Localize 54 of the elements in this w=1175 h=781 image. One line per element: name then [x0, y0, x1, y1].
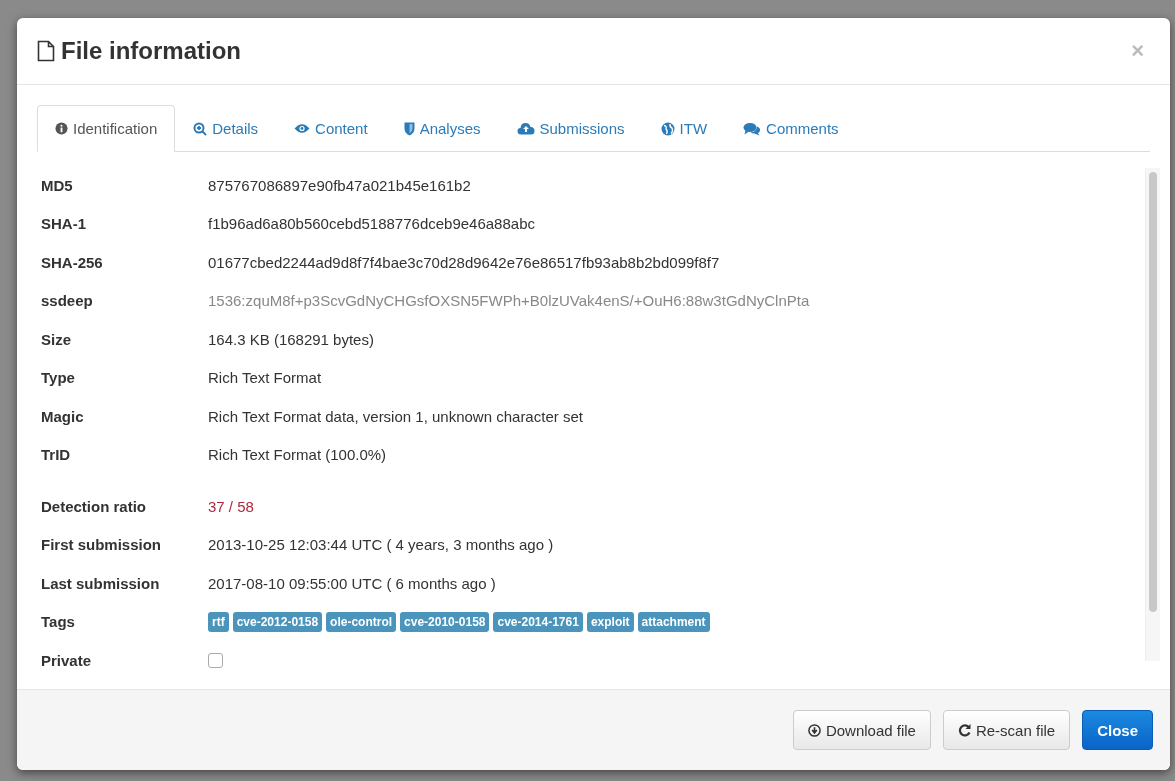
shield-icon	[403, 121, 415, 136]
field-value: f1b96ad6a80b560cebd5188776dceb9e46a88abc	[208, 215, 535, 233]
dialog-button[interactable]: Download file	[792, 710, 931, 750]
dialog-button[interactable]: Re-scan file	[942, 710, 1071, 750]
dialog-title: File information	[61, 37, 241, 65]
tab[interactable]: Analyses	[385, 105, 499, 152]
field-label: TrID	[41, 446, 72, 464]
field-value: 01677cbed2244ad9d8f7f4bae3c70d28d9642e76e86517fb93ab8b2bd099f8f7	[208, 253, 720, 271]
field-value: Rich Text Format (100.0%)	[208, 446, 387, 464]
tag-label[interactable]: cve-2010-0158	[400, 611, 490, 632]
tag-label[interactable]: cve-2014-1761	[493, 611, 583, 632]
dialog-button[interactable]: Close	[1082, 710, 1153, 750]
tab[interactable]: Submissions	[498, 105, 643, 152]
download-icon	[807, 723, 821, 737]
field-value: 1536:zquM8f+p3ScvGdNyCHGsfOXSN5FWPh+B0lzUVak4enS/+OuH6:88w3tGdNyClnPta	[208, 292, 810, 310]
field-value: Rich Text Format data, version 1, unknown character set	[208, 407, 583, 425]
tag-label[interactable]: attachment	[637, 611, 710, 632]
file-icon	[37, 40, 55, 62]
cloud-upload-icon	[516, 122, 535, 135]
globe-icon	[660, 121, 675, 136]
info-icon	[55, 122, 68, 135]
field-value: 2013-10-25 12:03:44 UTC ( 4 years, 3 months ago )	[208, 536, 554, 554]
tag-label[interactable]: cve-2012-0158	[232, 611, 323, 632]
comments-icon	[743, 121, 762, 136]
field-value: 37 / 58	[208, 497, 254, 515]
tab[interactable]: Content	[276, 105, 386, 152]
tag-label[interactable]: ole-control	[326, 611, 397, 632]
field-label: First submission	[41, 536, 163, 554]
tab[interactable]: Comments	[725, 105, 857, 152]
tab[interactable]: Details	[175, 105, 277, 152]
field-value: 875767086897e90fb47a021b45e161b2	[208, 176, 471, 194]
field-label: MD5	[41, 176, 74, 194]
field-label: ssdeep	[41, 292, 94, 310]
field-label: Type	[41, 369, 76, 387]
field-label: Magic	[41, 407, 85, 425]
field-label: Private	[41, 651, 93, 669]
field-label: Size	[41, 330, 72, 348]
tag-label[interactable]: rtf	[208, 611, 229, 632]
field-label: Detection ratio	[41, 497, 147, 515]
tag-label[interactable]: exploit	[586, 611, 634, 632]
eye-icon	[294, 123, 311, 134]
scrollbar-thumb[interactable]	[1149, 172, 1157, 612]
field-label: Last submission	[41, 574, 161, 592]
private-checkbox[interactable]	[208, 652, 223, 668]
field-value: Rich Text Format	[208, 369, 322, 387]
field-value: 164.3 KB (168291 bytes)	[208, 330, 374, 348]
field-value: 2017-08-10 09:55:00 UTC ( 6 months ago )	[208, 574, 496, 592]
refresh-icon	[957, 723, 971, 737]
field-label: SHA-1	[41, 215, 87, 233]
field-label: Tags	[41, 613, 76, 631]
tab[interactable]: ITW	[642, 105, 726, 152]
tab[interactable]: Identification	[37, 105, 176, 152]
zoom-in-icon	[193, 121, 208, 136]
field-label: SHA-256	[41, 253, 104, 271]
